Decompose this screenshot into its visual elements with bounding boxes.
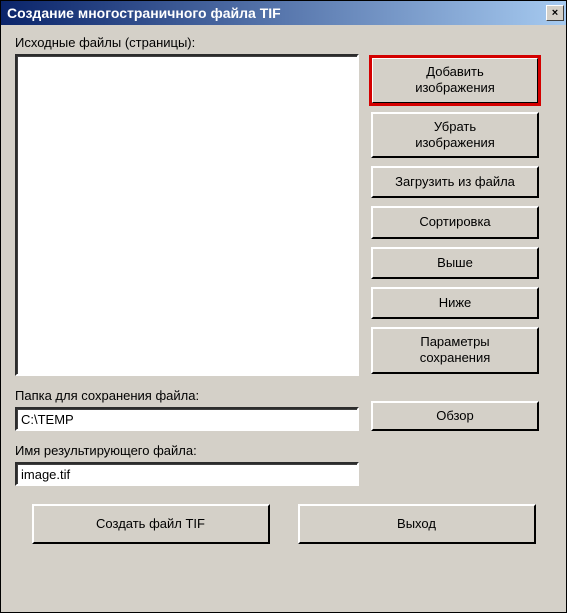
save-folder-input[interactable] [15,407,359,431]
move-up-button[interactable]: Выше [371,247,539,279]
top-row: Исходные файлы (страницы): Добавить изоб… [15,35,552,376]
create-tif-button[interactable]: Создать файл TIF [32,504,270,544]
save-folder-block: Папка для сохранения файла: [15,388,359,431]
move-down-button[interactable]: Ниже [371,287,539,319]
save-folder-label: Папка для сохранения файла: [15,388,359,403]
browse-button[interactable]: Обзор [371,401,539,431]
add-images-button[interactable]: Добавить изображения [371,57,539,104]
result-name-label: Имя результирующего файла: [15,443,552,458]
save-folder-row: Папка для сохранения файла: Обзор [15,376,552,431]
close-icon: × [552,8,558,19]
right-column: Добавить изображения Убрать изображения … [371,35,539,376]
exit-button[interactable]: Выход [298,504,536,544]
sort-button[interactable]: Сортировка [371,206,539,238]
titlebar: Создание многостраничного файла TIF × [1,1,566,25]
window-title: Создание многостраничного файла TIF [7,5,281,21]
left-column: Исходные файлы (страницы): [15,35,359,376]
load-from-file-button[interactable]: Загрузить из файла [371,166,539,198]
source-files-label: Исходные файлы (страницы): [15,35,359,50]
result-name-block: Имя результирующего файла: [15,443,552,486]
source-files-listbox[interactable] [15,54,359,376]
dialog-window: Создание многостраничного файла TIF × Ис… [0,0,567,613]
result-name-input[interactable] [15,462,359,486]
close-button[interactable]: × [546,5,564,21]
bottom-row: Создать файл TIF Выход [15,504,552,544]
save-params-button[interactable]: Параметры сохранения [371,327,539,374]
client-area: Исходные файлы (страницы): Добавить изоб… [1,25,566,612]
remove-images-button[interactable]: Убрать изображения [371,112,539,159]
